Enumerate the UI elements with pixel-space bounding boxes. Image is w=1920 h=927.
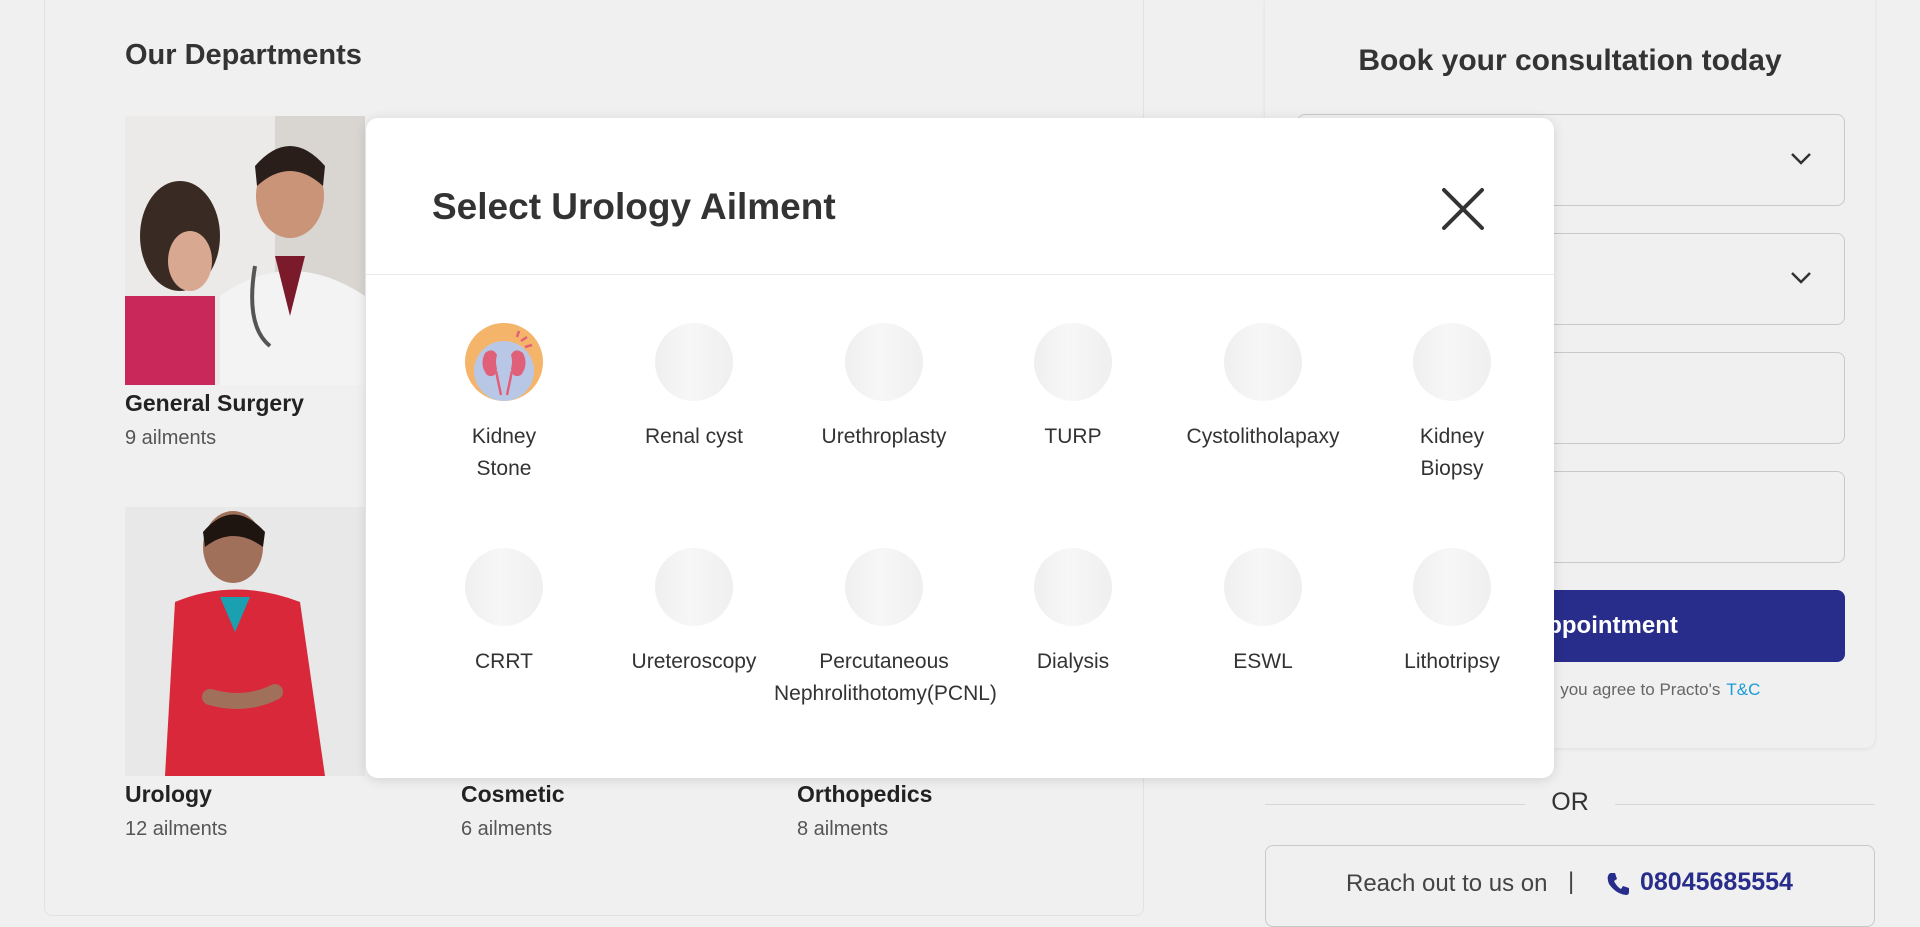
- ailment-image-placeholder: [655, 323, 733, 401]
- ailment-label: Kidney Biopsy: [1419, 425, 1485, 480]
- ailment-image-placeholder: [845, 323, 923, 401]
- ailment-label: Lithotripsy: [1404, 650, 1500, 673]
- ailment-label: TURP: [1044, 425, 1102, 448]
- close-icon: [1442, 188, 1484, 230]
- ailment-image-placeholder: [845, 548, 923, 626]
- ailment-label: Kidney Stone: [471, 425, 537, 480]
- kidney-icon: [465, 323, 543, 401]
- ailment-label: Urethroplasty: [821, 425, 947, 448]
- ailment-label: CRRT: [475, 650, 533, 673]
- modal-title: Select Urology Ailment: [432, 186, 836, 227]
- modal-header: Select Urology Ailment: [366, 118, 1554, 275]
- ailment-image-placeholder: [1224, 548, 1302, 626]
- ailment-label: ESWL: [1233, 650, 1293, 673]
- ailment-image-placeholder: [655, 548, 733, 626]
- ailment-label: Renal cyst: [644, 425, 744, 448]
- close-button[interactable]: [1440, 186, 1486, 232]
- ailment-label: Cystolitholapaxy: [1186, 425, 1340, 448]
- ailment-image-placeholder: [465, 548, 543, 626]
- ailment-label: Dialysis: [1036, 650, 1110, 673]
- ailment-image-placeholder: [1413, 323, 1491, 401]
- ailment-image-placeholder: [1413, 548, 1491, 626]
- ailment-image-placeholder: [1034, 323, 1112, 401]
- ailment-image-placeholder: [1034, 548, 1112, 626]
- ailment-modal: Select Urology Ailment Kidney Stone Renal…: [366, 118, 1554, 778]
- ailment-label: Percutaneous Nephrolithotomy(PCNL): [774, 650, 997, 705]
- ailment-image-placeholder: [1224, 323, 1302, 401]
- ailment-label: Ureteroscopy: [631, 650, 757, 673]
